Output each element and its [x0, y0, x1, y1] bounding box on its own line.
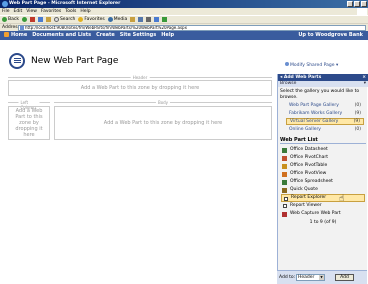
media-icon — [107, 17, 113, 22]
nav-site-settings[interactable]: Site Settings — [120, 31, 156, 40]
forward-arrow-icon[interactable] — [21, 17, 27, 22]
pivotview-icon — [282, 172, 287, 177]
gallery-virtual-server[interactable]: Virtual Server Gallery (9) — [286, 118, 364, 125]
menu-bar: File Edit View Favorites Tools Help — [0, 8, 368, 15]
menu-view[interactable]: View — [26, 8, 37, 15]
page-header: New Web Part Page Modify Shared Page ▾ — [0, 40, 368, 75]
browse-dropdown[interactable]: Browse ▾ — [278, 81, 368, 87]
web-part-office-pivotchart[interactable]: Office PivotChart — [281, 154, 365, 162]
close-button[interactable] — [361, 1, 367, 7]
web-part-zones: Header Add a Web Part to this zone by dr… — [8, 75, 272, 275]
minimize-button[interactable] — [347, 1, 353, 7]
site-nav-bar: Home Documents and Lists Create Site Set… — [0, 31, 368, 40]
nav-help[interactable]: Help — [161, 31, 174, 40]
menu-edit[interactable]: Edit — [14, 8, 23, 15]
menu-file[interactable]: File — [2, 8, 10, 15]
add-web-parts-pane: ◂ Add Web Parts × Browse ▾ Select the ga… — [277, 74, 368, 284]
history-icon[interactable] — [130, 17, 136, 22]
menu-tools[interactable]: Tools — [65, 8, 76, 15]
window-titlebar: Web Part Page - Microsoft Internet Explo… — [0, 0, 368, 8]
body-zone-text: Add a Web Part to this zone by dropping … — [103, 120, 223, 126]
web-part-office-datasheet[interactable]: Office Datasheet — [281, 146, 365, 154]
spreadsheet-icon — [282, 180, 287, 185]
mail-icon[interactable] — [138, 17, 144, 22]
add-to-label: Add to: — [279, 275, 296, 280]
web-part-report-explorer[interactable]: Report Explorer — [281, 194, 365, 202]
sharepoint-icon — [4, 32, 9, 37]
edit-icon[interactable] — [154, 17, 160, 22]
print-icon[interactable] — [146, 17, 152, 22]
up-to-link[interactable]: Up to Woodgrove Bank — [298, 31, 363, 40]
internet-explorer-icon — [2, 1, 8, 7]
maximize-button[interactable] — [354, 1, 360, 7]
gallery-online[interactable]: Online Gallery (0) — [286, 126, 364, 133]
nav-create[interactable]: Create — [96, 31, 115, 40]
dropdown-arrow-icon: ▼ — [319, 275, 324, 280]
chevron-down-icon: ▾ — [363, 81, 366, 86]
browser-toolbar: Back Search Favorites Media — [0, 15, 368, 23]
web-part-report-viewer[interactable]: Report Viewer — [281, 202, 365, 210]
nav-home[interactable]: Home — [4, 31, 27, 40]
add-to-zone-select[interactable]: Header ▼ — [296, 274, 325, 281]
favorites-button[interactable]: Favorites — [78, 16, 105, 23]
tool-pane-header: ◂ Add Web Parts × — [278, 74, 368, 81]
address-bar: Address http://localhost:9080/sites/fm/W… — [0, 23, 368, 31]
tool-pane-arrow-icon: ◂ — [280, 75, 283, 80]
refresh-icon[interactable] — [37, 17, 43, 22]
gallery-web-part-page[interactable]: Web Part Page Gallery (0) — [286, 102, 364, 109]
web-part-web-capture[interactable]: Web Capture Web Part — [281, 210, 365, 218]
search-icon — [53, 17, 59, 22]
page-title: New Web Part Page — [31, 56, 119, 66]
back-button[interactable]: Back — [2, 16, 19, 23]
web-capture-icon — [282, 212, 287, 217]
menu-favorites[interactable]: Favorites — [41, 8, 61, 15]
favorites-star-icon — [78, 17, 84, 22]
web-part-paging: 1 to 9 (of 9) — [309, 220, 337, 225]
report-viewer-icon — [283, 204, 287, 208]
page-icon — [20, 26, 24, 30]
media-button[interactable]: Media — [107, 16, 127, 23]
header-zone-text: Add a Web Part to this zone by dropping … — [80, 85, 200, 91]
header-zone[interactable]: Add a Web Part to this zone by dropping … — [8, 80, 272, 96]
report-explorer-icon — [284, 197, 288, 201]
add-to-footer: Add to: Header ▼ Add — [277, 270, 367, 284]
address-url: http://localhost:9080/sites/fm/WebParts/… — [25, 25, 187, 30]
tool-pane-title: Add Web Parts — [283, 75, 322, 80]
pivotchart-icon — [282, 156, 287, 161]
windows-logo-icon — [357, 8, 367, 15]
back-arrow-icon — [2, 17, 7, 22]
add-button[interactable]: Add — [335, 274, 354, 281]
web-part-page-icon — [9, 53, 25, 69]
tool-pane-close-icon[interactable]: × — [362, 74, 366, 81]
gallery-description: Select the gallery you would like to bro… — [280, 89, 360, 100]
nav-documents-and-lists[interactable]: Documents and Lists — [32, 31, 91, 40]
left-column-zone[interactable]: Add a Web Part to this zone by dropping … — [8, 106, 50, 140]
pivottable-icon — [282, 164, 287, 169]
body-zone-label: Body — [155, 100, 171, 105]
web-part-office-spreadsheet[interactable]: Office Spreadsheet — [281, 178, 365, 186]
quick-quote-icon — [282, 188, 287, 193]
search-button[interactable]: Search — [53, 16, 75, 23]
hand-cursor-icon: ☝ — [339, 194, 345, 204]
home-icon[interactable] — [45, 17, 51, 22]
window-title: Web Part Page - Microsoft Internet Explo… — [9, 1, 121, 6]
web-part-office-pivottable[interactable]: Office PivotTable — [281, 162, 365, 170]
gallery-fabrikam-works[interactable]: Fabrikam Works Gallery (9) — [286, 110, 364, 117]
stop-icon[interactable] — [29, 17, 35, 22]
modify-shared-page-link[interactable]: Modify Shared Page ▾ — [285, 62, 338, 68]
modify-page-icon — [285, 62, 289, 66]
body-zone[interactable]: Add a Web Part to this zone by dropping … — [54, 106, 272, 140]
web-part-quick-quote[interactable]: Quick Quote — [281, 186, 365, 194]
web-part-list-divider — [280, 143, 366, 144]
web-part-office-pivotview[interactable]: Office PivotView — [281, 170, 365, 178]
datasheet-icon — [282, 148, 287, 153]
menu-help[interactable]: Help — [80, 8, 90, 15]
left-zone-text: Add a Web Part to this zone by dropping … — [15, 108, 43, 138]
discuss-icon[interactable] — [162, 17, 168, 22]
